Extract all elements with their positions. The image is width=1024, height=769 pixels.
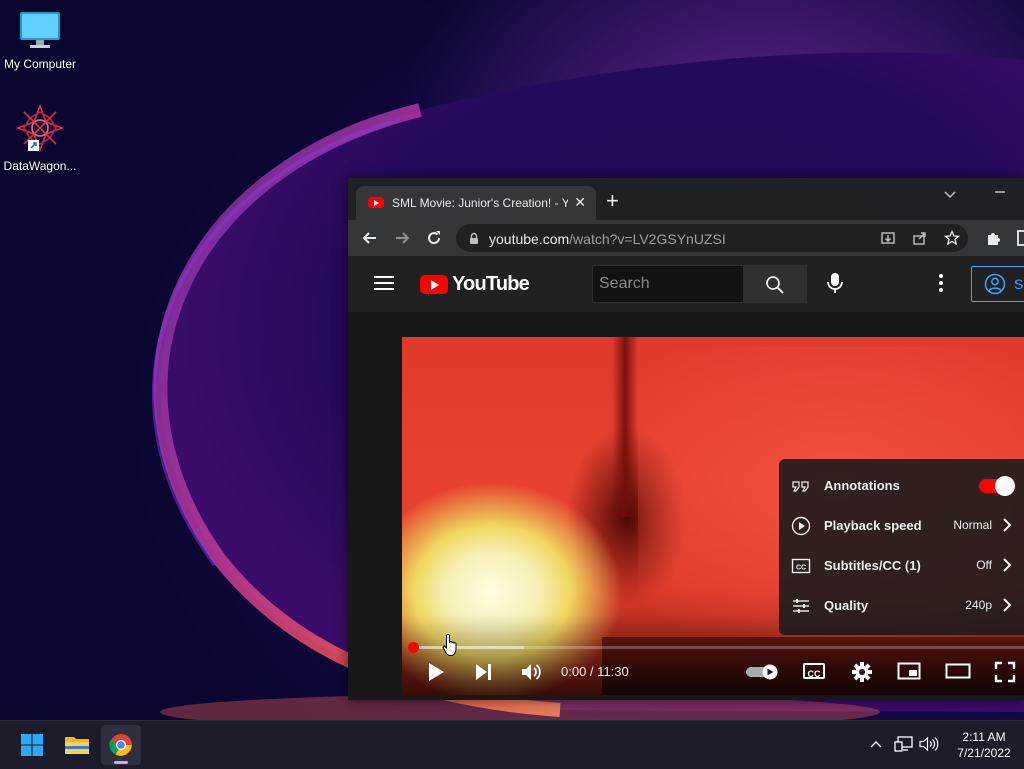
folder-icon (65, 737, 89, 754)
subtitles-cc-button[interactable]: CC (803, 663, 825, 679)
search-icon (766, 276, 784, 294)
url-host: youtube.com (489, 231, 570, 247)
clock-date: 7/21/2022 (957, 746, 1011, 760)
volume-icon[interactable] (520, 661, 544, 683)
menu-item-value: Off (976, 558, 992, 572)
quality-sliders-icon (793, 599, 809, 613)
chevron-right-icon (1003, 558, 1012, 572)
menu-item-label: Quality (824, 598, 869, 613)
search-placeholder: Search (599, 275, 650, 292)
browser-tab[interactable]: SML Movie: Junior's Creation! - Y ✕ (356, 186, 596, 220)
start-button[interactable] (12, 725, 52, 765)
side-panel-icon[interactable] (1016, 228, 1024, 248)
menu-item-value: Normal (953, 518, 992, 532)
bookmark-star-icon[interactable] (944, 230, 960, 246)
lock-icon (470, 232, 478, 244)
chevron-right-icon (1003, 518, 1012, 532)
hand-cursor-icon (442, 633, 457, 656)
scrubber-knob[interactable] (408, 642, 419, 653)
forward-arrow-icon[interactable] (392, 228, 412, 248)
title-bar: SML Movie: Junior's Creation! - Y ✕ + (348, 178, 1024, 220)
settings-menu: Annotations Playback speed Normal CC Sub… (779, 459, 1024, 635)
fullscreen-icon[interactable] (994, 661, 1016, 683)
install-app-icon[interactable] (880, 230, 896, 246)
tab-close-icon[interactable]: ✕ (574, 194, 586, 211)
youtube-header: YouTube Search S (348, 256, 1024, 312)
back-arrow-icon[interactable] (360, 228, 380, 248)
account-circle-icon (984, 273, 1006, 295)
chrome-taskbar-button[interactable] (101, 725, 141, 765)
video-cushion-seam (612, 337, 638, 517)
more-vert-icon[interactable] (934, 271, 948, 295)
sign-in-label: S (1014, 276, 1024, 292)
menu-item-label: Subtitles/CC (1) (824, 558, 921, 573)
url-path: /watch?v=LV2GSYnUZSI (569, 231, 726, 247)
taskbar: 2:11 AM 7/21/2022 (0, 720, 1024, 769)
extensions-puzzle-icon[interactable] (984, 228, 1004, 248)
toggle-thumb (995, 476, 1015, 496)
menu-item-quality[interactable]: Quality 240p (779, 586, 1024, 626)
active-indicator (114, 761, 128, 764)
taskbar-clock[interactable]: 2:11 AM 7/21/2022 (944, 729, 1024, 761)
menu-item-label: Playback speed (824, 518, 922, 533)
next-track-icon[interactable] (474, 661, 494, 683)
youtube-play-logo-icon (420, 275, 448, 294)
desktop-icon-datawagon[interactable]: DataWagon... (0, 103, 80, 173)
datawagon-app-icon (15, 103, 65, 153)
minimize-icon[interactable] (992, 184, 1008, 200)
cc-label: CC (807, 669, 821, 679)
theater-mode-icon[interactable] (945, 661, 971, 681)
play-icon[interactable] (426, 661, 446, 683)
clock-time: 2:11 AM (962, 730, 1006, 744)
new-tab-button[interactable]: + (606, 190, 619, 212)
desktop-icon-label: My Computer (3, 57, 77, 71)
video-player[interactable]: Annotations Playback speed Normal CC Sub… (402, 337, 1024, 695)
menu-item-annotations[interactable]: Annotations (779, 466, 1024, 506)
microphone-icon[interactable] (824, 271, 846, 295)
sign-in-button[interactable]: S (971, 266, 1024, 302)
search-button[interactable] (743, 265, 807, 303)
menu-item-label: Annotations (824, 478, 900, 493)
buffered-bar (414, 646, 524, 649)
menu-item-value: 240p (965, 598, 992, 612)
reload-icon[interactable] (424, 228, 444, 248)
windows-logo-icon (21, 734, 43, 756)
time-display: 0:00 / 11:30 (561, 664, 629, 679)
chrome-logo-icon (109, 734, 132, 756)
progress-bar[interactable] (408, 642, 1024, 653)
menu-item-playback-speed[interactable]: Playback speed Normal (779, 506, 1024, 546)
browser-toolbar: youtube.com/watch?v=LV2GSYnUZSI (348, 220, 1024, 256)
file-explorer-button[interactable] (57, 725, 97, 765)
annotations-icon (792, 481, 809, 492)
svg-text:CC: CC (796, 565, 806, 572)
autoplay-toggle-icon[interactable] (746, 664, 780, 680)
network-icon[interactable] (894, 735, 914, 753)
settings-gear-icon[interactable] (851, 661, 873, 683)
miniplayer-icon[interactable] (897, 661, 921, 681)
computer-monitor-icon (20, 12, 60, 48)
chevron-up-icon[interactable] (869, 738, 883, 750)
menu-item-subtitles[interactable]: CC Subtitles/CC (1) Off (779, 546, 1024, 586)
chevron-right-icon (1003, 598, 1012, 612)
desktop-icon-my-computer[interactable]: My Computer (0, 10, 80, 71)
url-text: youtube.com/watch?v=LV2GSYnUZSI (489, 231, 726, 247)
hamburger-menu-icon[interactable] (374, 275, 394, 291)
subtitles-icon: CC (791, 558, 811, 574)
share-icon[interactable] (912, 230, 928, 246)
annotations-toggle[interactable] (979, 476, 1015, 496)
desktop-icon-label: DataWagon... (3, 159, 77, 173)
tab-search-chevron-icon[interactable] (942, 186, 958, 202)
youtube-favicon-icon (368, 197, 384, 208)
address-bar[interactable]: youtube.com/watch?v=LV2GSYnUZSI (456, 224, 968, 252)
chrome-window: SML Movie: Junior's Creation! - Y ✕ + yo… (348, 178, 1024, 700)
playback-speed-icon (791, 516, 811, 536)
youtube-wordmark: YouTube (452, 273, 530, 295)
speaker-icon[interactable] (919, 736, 939, 752)
tab-title: SML Movie: Junior's Creation! - Y (392, 196, 568, 210)
search-input[interactable]: Search (592, 265, 744, 303)
